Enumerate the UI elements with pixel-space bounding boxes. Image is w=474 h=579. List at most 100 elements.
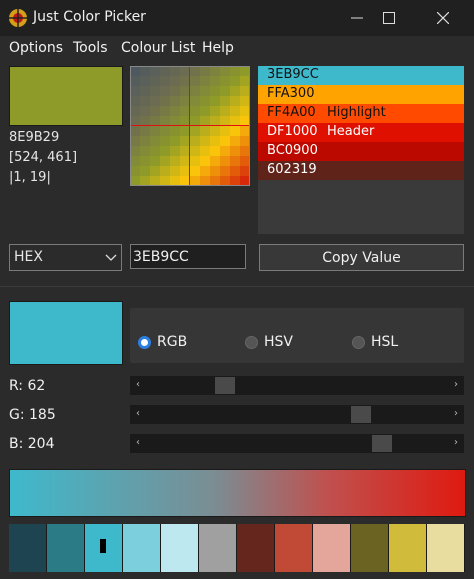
zoom-pixel — [150, 176, 160, 185]
zoom-pixel — [140, 106, 150, 116]
slider-r-thumb[interactable] — [214, 377, 235, 394]
zoom-pixel — [240, 67, 249, 76]
copy-value-button[interactable]: Copy Value — [259, 244, 464, 271]
palette-swatch[interactable] — [427, 524, 465, 572]
zoom-pixel — [160, 136, 170, 146]
zoom-pixel — [190, 156, 200, 166]
slider-b-thumb[interactable] — [371, 435, 392, 452]
colour-list-item[interactable]: FFA300 — [258, 85, 464, 104]
palette-swatch[interactable] — [123, 524, 161, 572]
slider-b[interactable]: ‹ › — [130, 434, 464, 453]
colour-list-item[interactable]: FF4A00 Highlight — [258, 104, 464, 123]
zoom-pixel — [200, 76, 210, 86]
minimize-icon — [351, 17, 363, 19]
colour-list-item[interactable]: 3EB9CC — [258, 66, 464, 85]
zoom-pixel — [220, 176, 230, 185]
close-button[interactable] — [420, 0, 466, 36]
format-select[interactable]: HEX — [9, 244, 122, 271]
zoom-pixel — [230, 166, 240, 176]
palette-swatch[interactable] — [199, 524, 237, 572]
zoom-pixel — [230, 136, 240, 146]
zoom-pixel — [131, 76, 140, 86]
colour-list-item[interactable]: BC0900 — [258, 142, 464, 161]
picked-coords: [524, 461] — [9, 150, 78, 165]
menu-help[interactable]: Help — [202, 40, 234, 56]
color-value-input[interactable] — [130, 244, 246, 269]
scroll-right-icon[interactable]: › — [451, 379, 461, 391]
scroll-right-icon[interactable]: › — [451, 437, 461, 449]
zoom-pixel — [230, 86, 240, 96]
palette-swatch[interactable] — [351, 524, 389, 572]
palette-swatch[interactable] — [389, 524, 427, 572]
palette-swatch[interactable] — [237, 524, 275, 572]
zoom-pixel — [160, 106, 170, 116]
zoom-pixel — [150, 86, 160, 96]
menu-tools[interactable]: Tools — [73, 40, 108, 56]
palette-swatch[interactable] — [161, 524, 199, 572]
palette-swatch[interactable] — [275, 524, 313, 572]
menu-options[interactable]: Options — [9, 40, 63, 56]
palette-swatch[interactable] — [9, 524, 47, 572]
zoom-pixel — [230, 156, 240, 166]
current-color-swatch — [9, 301, 123, 365]
zoom-pixel — [150, 136, 160, 146]
scroll-left-icon[interactable]: ‹ — [133, 379, 143, 391]
slider-r[interactable]: ‹ › — [130, 376, 464, 395]
zoom-pixel — [131, 86, 140, 96]
mode-rgb-radio[interactable]: RGB — [138, 334, 187, 350]
palette-swatch[interactable] — [47, 524, 85, 572]
picked-color-swatch — [9, 66, 123, 126]
slider-g-label: G: 185 — [9, 407, 56, 423]
zoom-pixel — [150, 126, 160, 136]
slider-g[interactable]: ‹ › — [130, 405, 464, 424]
zoom-pixel — [200, 176, 210, 185]
mode-hsv-radio[interactable]: HSV — [245, 334, 293, 350]
menu-colour-list[interactable]: Colour List — [121, 40, 195, 56]
scroll-left-icon[interactable]: ‹ — [133, 437, 143, 449]
zoom-pixel — [140, 67, 150, 76]
scroll-right-icon[interactable]: › — [451, 408, 461, 420]
zoom-pixel — [140, 176, 150, 185]
slider-g-thumb[interactable] — [350, 406, 371, 423]
zoom-pixel — [210, 96, 220, 106]
mode-hsv-label: HSV — [264, 334, 293, 350]
chevron-down-icon — [105, 254, 117, 261]
zoom-pixel — [160, 76, 170, 86]
zoom-pixel — [170, 176, 180, 185]
zoom-pixel — [240, 86, 249, 96]
app-icon — [8, 8, 28, 28]
zoom-pixel — [200, 106, 210, 116]
colour-list[interactable]: 3EB9CC FFA300 FF4A00 Highlight DF1000 Header B… — [258, 66, 464, 234]
zoom-pixel — [150, 146, 160, 156]
zoom-pixel — [131, 166, 140, 176]
zoom-pixel — [131, 67, 140, 76]
zoom-pixel — [140, 136, 150, 146]
colour-list-hex: FFA300 — [267, 86, 315, 101]
zoom-pixel — [220, 136, 230, 146]
zoom-pixel — [210, 106, 220, 116]
palette-swatch[interactable] — [85, 524, 123, 572]
zoom-pixel — [210, 166, 220, 176]
palette-swatch[interactable] — [313, 524, 351, 572]
zoom-pixel — [190, 76, 200, 86]
colour-list-item[interactable]: 602319 — [258, 161, 464, 180]
zoom-pixel — [240, 146, 249, 156]
colour-list-hex: 3EB9CC — [267, 67, 319, 82]
zoom-pixel — [160, 86, 170, 96]
mode-hsl-radio[interactable]: HSL — [352, 334, 398, 350]
zoom-pixel — [230, 76, 240, 86]
zoom-pixel — [200, 96, 210, 106]
maximize-button[interactable] — [366, 0, 412, 36]
colour-list-item[interactable]: DF1000 Header — [258, 123, 464, 142]
zoom-pixel — [131, 156, 140, 166]
zoom-pixel — [220, 126, 230, 136]
zoom-pixel — [150, 106, 160, 116]
scroll-left-icon[interactable]: ‹ — [133, 408, 143, 420]
gradient-bar[interactable] — [9, 469, 466, 517]
zoom-magnifier — [130, 66, 250, 186]
zoom-pixel — [150, 166, 160, 176]
zoom-pixel — [240, 176, 249, 185]
zoom-pixel — [240, 136, 249, 146]
title-bar: Just Color Picker — [0, 0, 474, 36]
zoom-pixel — [140, 146, 150, 156]
